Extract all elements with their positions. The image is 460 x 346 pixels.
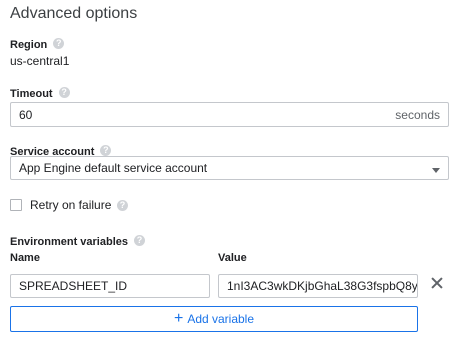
- retry-help: ?: [111, 197, 128, 215]
- help-icon[interactable]: ?: [58, 87, 70, 99]
- timeout-label: Timeout: [10, 88, 53, 100]
- close-icon[interactable]: [429, 275, 445, 291]
- region-label-row: Region?: [10, 35, 65, 53]
- chevron-down-icon: [432, 168, 440, 173]
- help-icon[interactable]: ?: [53, 38, 65, 50]
- plus-icon: +: [173, 310, 184, 327]
- env-value-value: 1nI3AC3wkDKjbGhaL38G3fspbQ8y: [227, 279, 418, 293]
- service-account-select[interactable]: App Engine default service account: [10, 156, 449, 180]
- advanced-options-panel: Advanced options Region? us-central1 Tim…: [0, 0, 460, 346]
- add-variable-button[interactable]: + Add variable: [10, 306, 418, 332]
- env-vars-label: Environment variables: [10, 236, 128, 248]
- env-name-input[interactable]: SPREADSHEET_ID: [10, 274, 210, 298]
- timeout-input[interactable]: 60 seconds: [10, 102, 449, 127]
- timeout-value: 60: [19, 107, 33, 122]
- timeout-label-row: Timeout?: [10, 84, 70, 102]
- retry-label[interactable]: Retry on failure: [30, 198, 111, 212]
- env-name-value: SPREADSHEET_ID: [19, 279, 128, 293]
- section-title: Advanced options: [10, 5, 138, 22]
- help-icon[interactable]: ?: [134, 235, 145, 247]
- env-value-input[interactable]: 1nI3AC3wkDKjbGhaL38G3fspbQ8y: [218, 274, 418, 298]
- help-icon[interactable]: ?: [117, 200, 128, 212]
- env-col-value-header: Value: [218, 252, 247, 264]
- add-variable-label: Add variable: [187, 312, 255, 326]
- region-value: us-central1: [10, 54, 70, 68]
- timeout-suffix: seconds: [395, 107, 440, 122]
- env-col-name-header: Name: [10, 252, 40, 264]
- retry-checkbox[interactable]: [10, 199, 22, 211]
- help-icon[interactable]: ?: [100, 145, 112, 157]
- env-vars-label-row: Environment variables?: [10, 232, 145, 250]
- service-account-selected: App Engine default service account: [19, 161, 208, 175]
- region-label: Region: [10, 39, 48, 51]
